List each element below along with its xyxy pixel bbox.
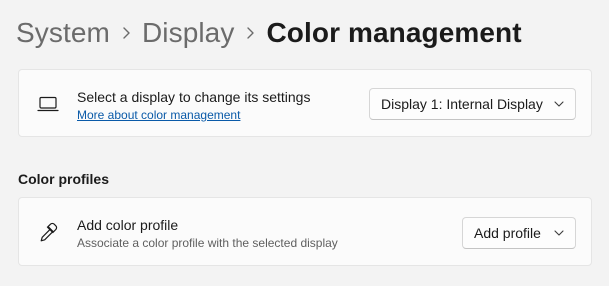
breadcrumb: System Display Color management <box>16 14 522 52</box>
section-title-color-profiles: Color profiles <box>18 171 110 187</box>
display-select-title: Select a display to change its settings <box>77 89 311 105</box>
laptop-icon <box>37 93 59 115</box>
chevron-right-icon <box>234 14 266 52</box>
breadcrumb-system[interactable]: System <box>16 17 110 49</box>
add-profile-label: Add profile <box>474 225 541 241</box>
display-select-value: Display 1: Internal Display <box>381 96 543 112</box>
chevron-down-icon <box>553 227 565 239</box>
color-management-help-link[interactable]: More about color management <box>77 108 240 122</box>
add-color-profile-card: Add color profile Associate a color prof… <box>18 197 592 266</box>
page-title: Color management <box>266 17 522 48</box>
chevron-down-icon <box>553 98 565 110</box>
add-profile-button[interactable]: Add profile <box>462 217 576 249</box>
chevron-right-icon <box>110 14 142 52</box>
add-color-profile-description: Associate a color profile with the selec… <box>77 236 338 250</box>
eyedropper-icon <box>37 221 59 243</box>
breadcrumb-display[interactable]: Display <box>142 17 235 49</box>
display-select-card: Select a display to change its settings … <box>18 69 592 137</box>
add-color-profile-title: Add color profile <box>77 217 179 233</box>
display-select-dropdown[interactable]: Display 1: Internal Display <box>369 88 576 120</box>
